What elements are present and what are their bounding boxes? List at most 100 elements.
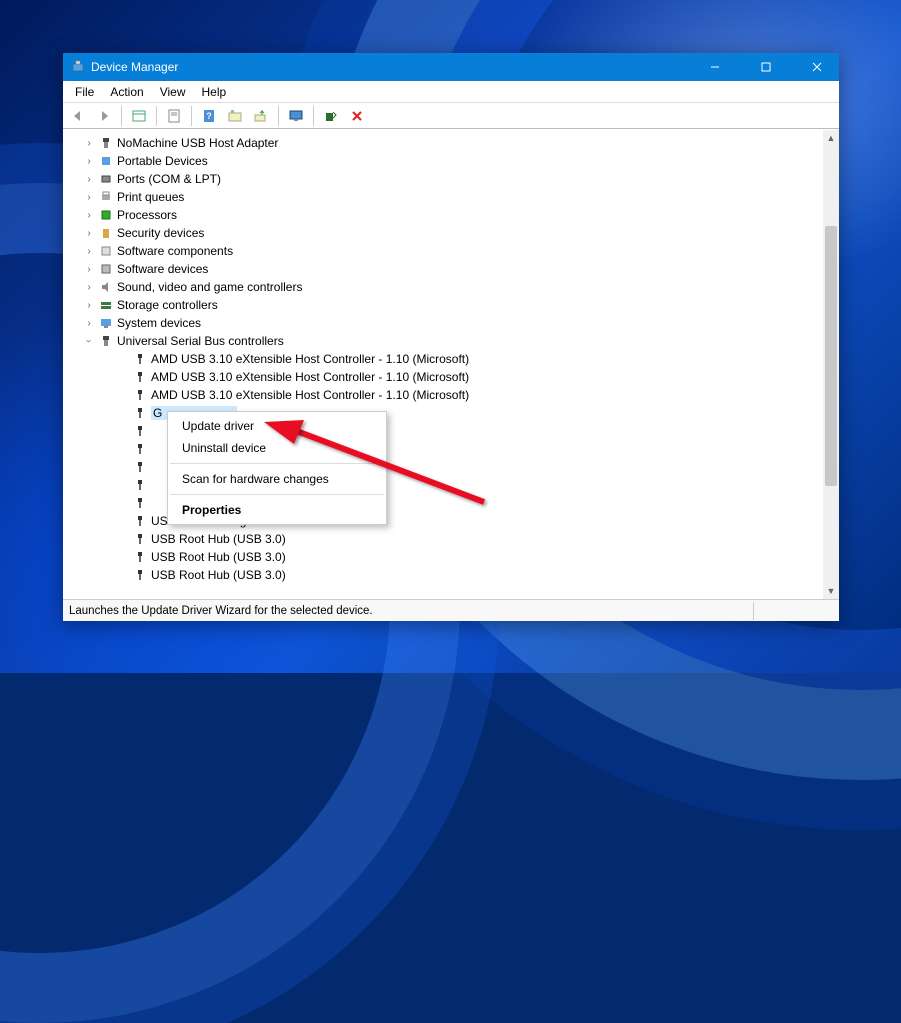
tree-item-label: USB Root Hub (USB 3.0) <box>151 550 286 564</box>
tree-item[interactable]: ›Software devices <box>83 260 823 278</box>
tree-item-label: Processors <box>117 208 177 222</box>
disable-button[interactable] <box>346 105 368 127</box>
port-icon <box>99 172 113 186</box>
close-button[interactable] <box>794 53 839 81</box>
usb-plug-icon <box>133 352 147 366</box>
chevron-right-icon[interactable]: › <box>83 299 95 311</box>
context-menu: Update driver Uninstall device Scan for … <box>167 411 387 525</box>
minimize-button[interactable] <box>692 53 737 81</box>
menubar: File Action View Help <box>63 81 839 103</box>
chevron-right-icon[interactable]: › <box>83 173 95 185</box>
ctx-separator <box>170 494 384 495</box>
tree-item[interactable]: › Processors <box>83 206 823 224</box>
menu-file[interactable]: File <box>67 83 102 101</box>
tree-item-label: AMD USB 3.10 eXtensible Host Controller … <box>151 388 469 402</box>
chevron-right-icon[interactable]: › <box>83 317 95 329</box>
tree-item-label: Sound, video and game controllers <box>117 280 302 294</box>
chevron-right-icon[interactable]: › <box>83 155 95 167</box>
ctx-scan-hardware[interactable]: Scan for hardware changes <box>168 468 386 490</box>
usb-plug-icon <box>133 478 147 492</box>
back-button[interactable] <box>67 105 89 127</box>
tree-item-label: NoMachine USB Host Adapter <box>117 136 278 150</box>
tree-item-label: USB Root Hub (USB 3.0) <box>151 568 286 582</box>
tree-item[interactable]: AMD USB 3.10 eXtensible Host Controller … <box>83 368 823 386</box>
tree-item-label: Storage controllers <box>117 298 218 312</box>
tree-item[interactable]: › Sound, video and game controllers <box>83 278 823 296</box>
menu-view[interactable]: View <box>152 83 194 101</box>
usb-plug-icon <box>133 496 147 510</box>
printer-icon <box>99 190 113 204</box>
help-button[interactable]: ? <box>198 105 220 127</box>
sound-icon <box>99 280 113 294</box>
properties-button[interactable] <box>163 105 185 127</box>
status-grip <box>753 602 833 620</box>
svg-text:?: ? <box>206 111 212 121</box>
chevron-right-icon[interactable]: › <box>83 209 95 221</box>
ctx-properties[interactable]: Properties <box>168 499 386 521</box>
tree-item[interactable]: › Software components <box>83 242 823 260</box>
tree-item[interactable]: › NoMachine USB Host Adapter <box>83 134 823 152</box>
tree-item[interactable]: › Portable Devices <box>83 152 823 170</box>
chevron-down-icon[interactable]: › <box>83 335 95 347</box>
tree-item-usb[interactable]: › Universal Serial Bus controllers <box>83 332 823 350</box>
scroll-up-button[interactable]: ▲ <box>823 130 839 146</box>
chevron-right-icon[interactable]: › <box>83 227 95 239</box>
content-area: › NoMachine USB Host Adapter › Portable De… <box>63 129 839 599</box>
ctx-uninstall-device[interactable]: Uninstall device <box>168 437 386 459</box>
maximize-button[interactable] <box>743 53 788 81</box>
tree-item-label: Print queues <box>117 190 184 204</box>
ctx-update-driver[interactable]: Update driver <box>168 415 386 437</box>
tree-item[interactable]: › Storage controllers <box>83 296 823 314</box>
device-tree[interactable]: › NoMachine USB Host Adapter › Portable De… <box>63 130 823 599</box>
usb-plug-icon <box>133 442 147 456</box>
tree-item-label: Universal Serial Bus controllers <box>117 334 284 348</box>
device-manager-window: Device Manager File Action View Help ? ›… <box>63 53 839 621</box>
scroll-down-button[interactable]: ▼ <box>823 583 839 599</box>
tree-item[interactable]: AMD USB 3.10 eXtensible Host Controller … <box>83 350 823 368</box>
toolbar: ? <box>63 103 839 129</box>
update-driver-button[interactable] <box>250 105 272 127</box>
tree-item-label: Portable Devices <box>117 154 208 168</box>
chevron-right-icon[interactable]: › <box>83 281 95 293</box>
app-icon <box>71 60 85 74</box>
chevron-right-icon[interactable]: › <box>83 191 95 203</box>
system-icon <box>99 316 113 330</box>
chevron-right-icon[interactable]: › <box>83 263 95 275</box>
tree-item[interactable]: USB Root Hub (USB 3.0) <box>83 548 823 566</box>
tree-item-label: Software components <box>117 244 233 258</box>
cpu-icon <box>99 208 113 222</box>
scan-hardware-button[interactable] <box>224 105 246 127</box>
uninstall-button[interactable] <box>320 105 342 127</box>
ctx-separator <box>170 463 384 464</box>
scroll-thumb[interactable] <box>825 226 837 486</box>
chevron-right-icon[interactable]: › <box>83 137 95 149</box>
usb-plug-icon <box>133 424 147 438</box>
usb-plug-icon <box>133 532 147 546</box>
scroll-track[interactable] <box>823 146 839 583</box>
usb-icon <box>99 136 113 150</box>
usb-plug-icon <box>133 550 147 564</box>
titlebar[interactable]: Device Manager <box>63 53 839 81</box>
monitor-icon-button[interactable] <box>285 105 307 127</box>
software-icon <box>99 262 113 276</box>
menu-action[interactable]: Action <box>102 83 151 101</box>
security-icon <box>99 226 113 240</box>
menu-help[interactable]: Help <box>194 83 235 101</box>
tree-item-label: AMD USB 3.10 eXtensible Host Controller … <box>151 370 469 384</box>
tree-item[interactable]: ›Ports (COM & LPT) <box>83 170 823 188</box>
usb-plug-icon <box>133 514 147 528</box>
forward-button[interactable] <box>93 105 115 127</box>
scrollbar[interactable]: ▲ ▼ <box>823 130 839 599</box>
tree-item[interactable]: USB Root Hub (USB 3.0) <box>83 530 823 548</box>
usb-icon <box>99 334 113 348</box>
usb-plug-icon <box>133 406 147 420</box>
chevron-right-icon[interactable]: › <box>83 245 95 257</box>
tree-item[interactable]: › Print queues <box>83 188 823 206</box>
tree-item[interactable]: ›Security devices <box>83 224 823 242</box>
tree-item[interactable]: AMD USB 3.10 eXtensible Host Controller … <box>83 386 823 404</box>
show-hide-tree-button[interactable] <box>128 105 150 127</box>
storage-icon <box>99 298 113 312</box>
tree-item[interactable]: ›System devices <box>83 314 823 332</box>
tree-item[interactable]: USB Root Hub (USB 3.0) <box>83 566 823 584</box>
usb-plug-icon <box>133 568 147 582</box>
